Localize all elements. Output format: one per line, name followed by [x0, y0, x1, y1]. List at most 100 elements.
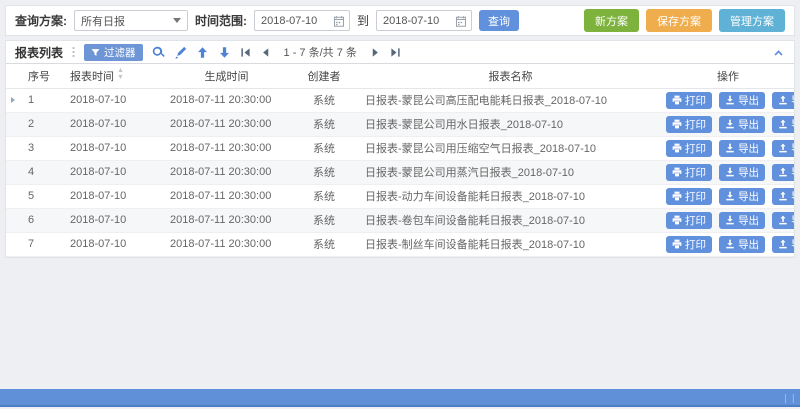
- upload-icon: [778, 215, 788, 225]
- scrollbar-grip-icon[interactable]: ❘❘: [782, 393, 797, 403]
- table-row[interactable]: 5 2018-07-10 2018-07-11 20:30:00 系统 日报表-…: [6, 184, 794, 208]
- export-button[interactable]: 导出: [719, 164, 765, 181]
- col-header-actions[interactable]: 操作: [662, 64, 794, 88]
- printer-icon: [672, 143, 682, 153]
- import-button[interactable]: 导入: [772, 236, 794, 253]
- import-button[interactable]: 导入: [772, 140, 794, 157]
- import-button[interactable]: 导入: [772, 164, 794, 181]
- download-icon: [725, 95, 735, 105]
- cell-creator: 系统: [289, 112, 359, 136]
- cell-actions: 打印 导出 导入: [662, 232, 794, 256]
- import-button[interactable]: 导入: [772, 212, 794, 229]
- cell-gen-time: 2018-07-11 20:30:00: [164, 208, 289, 232]
- cell-report-name: 日报表-卷包车间设备能耗日报表_2018-07-10: [359, 208, 662, 232]
- export-button[interactable]: 导出: [719, 212, 765, 229]
- table-row[interactable]: 6 2018-07-10 2018-07-11 20:30:00 系统 日报表-…: [6, 208, 794, 232]
- print-button-label: 打印: [685, 213, 706, 228]
- save-plan-button[interactable]: 保存方案: [646, 9, 712, 32]
- cell-creator: 系统: [289, 208, 359, 232]
- download-icon: [725, 239, 735, 249]
- import-button[interactable]: 导入: [772, 188, 794, 205]
- manage-plan-button[interactable]: 管理方案: [719, 9, 785, 32]
- download-icon: [725, 191, 735, 201]
- printer-icon: [672, 215, 682, 225]
- next-page-icon[interactable]: [370, 47, 381, 58]
- move-down-icon[interactable]: [218, 46, 231, 59]
- print-button[interactable]: 打印: [666, 212, 712, 229]
- cell-actions: 打印 导出 导入: [662, 88, 794, 112]
- date-from-input[interactable]: 2018-07-10: [254, 10, 350, 31]
- table-header-row: 序号 报表时间▲▼ 生成时间 创建者 报表名称 操作: [6, 64, 794, 88]
- cell-no: 4: [22, 160, 64, 184]
- print-button[interactable]: 打印: [666, 116, 712, 133]
- range-label: 时间范围:: [195, 12, 247, 29]
- cell-no: 1: [22, 88, 64, 112]
- current-row-icon: [11, 97, 15, 103]
- first-page-icon[interactable]: [240, 47, 251, 58]
- cell-gen-time: 2018-07-11 20:30:00: [164, 136, 289, 160]
- col-header-report-time[interactable]: 报表时间▲▼: [64, 64, 164, 88]
- upload-icon: [778, 119, 788, 129]
- cell-report-time: 2018-07-10: [64, 208, 164, 232]
- export-button[interactable]: 导出: [719, 116, 765, 133]
- calendar-icon[interactable]: [455, 15, 467, 27]
- print-button[interactable]: 打印: [666, 140, 712, 157]
- export-button[interactable]: 导出: [719, 236, 765, 253]
- print-button[interactable]: 打印: [666, 92, 712, 109]
- printer-icon: [672, 239, 682, 249]
- new-plan-button[interactable]: 新方案: [584, 9, 639, 32]
- table-row[interactable]: 1 2018-07-10 2018-07-11 20:30:00 系统 日报表-…: [6, 88, 794, 112]
- last-page-icon[interactable]: [390, 47, 401, 58]
- export-button[interactable]: 导出: [719, 188, 765, 205]
- table-row[interactable]: 2 2018-07-10 2018-07-11 20:30:00 系统 日报表-…: [6, 112, 794, 136]
- table-row[interactable]: 4 2018-07-10 2018-07-11 20:30:00 系统 日报表-…: [6, 160, 794, 184]
- to-label: 到: [357, 12, 369, 29]
- col-header-name[interactable]: 报表名称: [359, 64, 662, 88]
- date-to-value: 2018-07-10: [383, 15, 439, 27]
- print-button[interactable]: 打印: [666, 236, 712, 253]
- print-button[interactable]: 打印: [666, 164, 712, 181]
- grid-toolbar: 报表列表 过滤器 1 - 7 条/共 7 条: [6, 41, 794, 64]
- print-button[interactable]: 打印: [666, 188, 712, 205]
- plan-select-value: 所有日报: [81, 13, 125, 29]
- filter-button-label: 过滤器: [104, 45, 136, 60]
- upload-icon: [778, 191, 788, 201]
- collapse-panel-icon[interactable]: [772, 46, 785, 59]
- col-header-no[interactable]: 序号: [22, 64, 64, 88]
- col-header-gen-time[interactable]: 生成时间: [164, 64, 289, 88]
- row-marker-cell: [6, 112, 22, 136]
- cell-report-name: 日报表-动力车间设备能耗日报表_2018-07-10: [359, 184, 662, 208]
- upload-icon: [778, 143, 788, 153]
- clear-filter-brush-icon[interactable]: [174, 46, 187, 59]
- move-up-icon[interactable]: [196, 46, 209, 59]
- cell-report-time: 2018-07-10: [64, 136, 164, 160]
- row-marker-cell: [6, 184, 22, 208]
- download-icon: [725, 167, 735, 177]
- cell-actions: 打印 导出 导入: [662, 208, 794, 232]
- cell-no: 5: [22, 184, 64, 208]
- plan-select[interactable]: 所有日报: [74, 10, 188, 31]
- search-button[interactable]: 查询: [479, 10, 519, 31]
- search-icon[interactable]: [152, 46, 165, 59]
- print-button-label: 打印: [685, 141, 706, 156]
- export-button[interactable]: 导出: [719, 140, 765, 157]
- date-to-input[interactable]: 2018-07-10: [376, 10, 472, 31]
- upload-icon: [778, 167, 788, 177]
- import-button[interactable]: 导入: [772, 116, 794, 133]
- calendar-icon[interactable]: [333, 15, 345, 27]
- col-header-creator[interactable]: 创建者: [289, 64, 359, 88]
- print-button-label: 打印: [685, 165, 706, 180]
- drag-grip-icon[interactable]: [72, 46, 75, 59]
- cell-creator: 系统: [289, 136, 359, 160]
- download-icon: [725, 143, 735, 153]
- filter-button[interactable]: 过滤器: [84, 44, 143, 61]
- horizontal-scrollbar[interactable]: ❘❘: [0, 389, 800, 407]
- import-button-label: 导入: [791, 189, 794, 204]
- export-button[interactable]: 导出: [719, 92, 765, 109]
- table-row[interactable]: 7 2018-07-10 2018-07-11 20:30:00 系统 日报表-…: [6, 232, 794, 256]
- printer-icon: [672, 167, 682, 177]
- table-row[interactable]: 3 2018-07-10 2018-07-11 20:30:00 系统 日报表-…: [6, 136, 794, 160]
- cell-no: 7: [22, 232, 64, 256]
- import-button[interactable]: 导入: [772, 92, 794, 109]
- prev-page-icon[interactable]: [260, 47, 271, 58]
